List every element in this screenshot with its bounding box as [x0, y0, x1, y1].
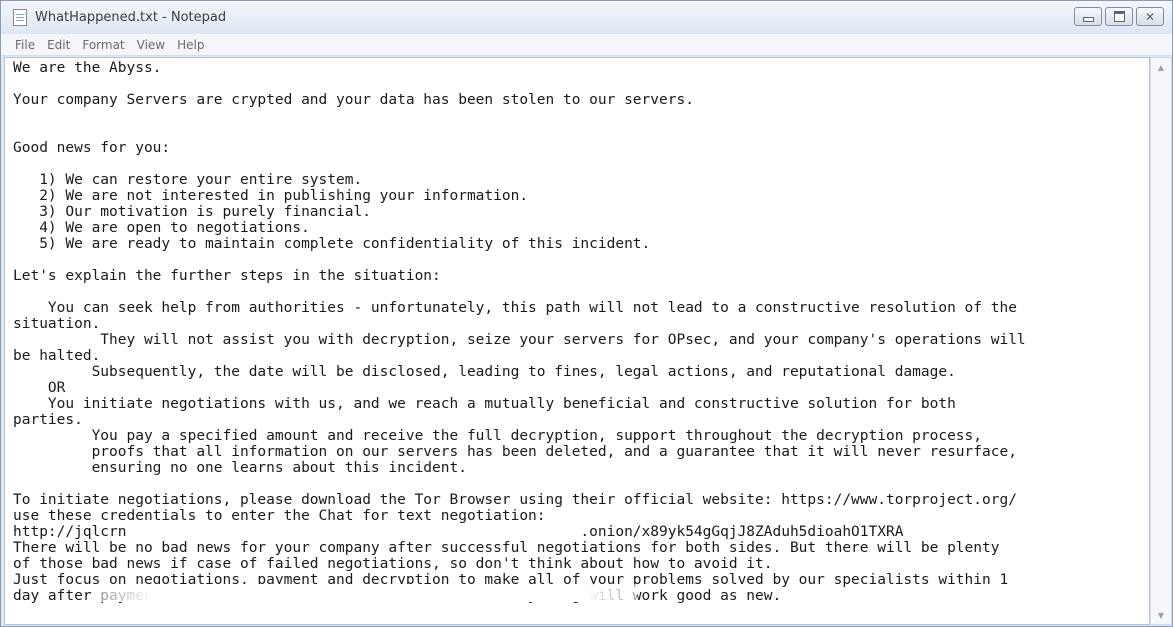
menu-view[interactable]: View [137, 38, 165, 52]
title-bar[interactable]: WhatHappened.txt - Notepad ✕ [1, 1, 1172, 34]
document-text[interactable]: We are the Abyss. Your company Servers a… [13, 60, 1145, 624]
text-editor[interactable]: We are the Abyss. Your company Servers a… [4, 57, 1150, 625]
window-title: WhatHappened.txt - Notepad [35, 10, 227, 25]
menu-bar: File Edit Format View Help [1, 34, 1172, 56]
window-controls: ✕ [1074, 7, 1164, 26]
close-button[interactable]: ✕ [1136, 7, 1164, 26]
menu-help[interactable]: Help [177, 38, 204, 52]
scroll-up-icon[interactable]: ▲ [1151, 58, 1171, 76]
notepad-window: WhatHappened.txt - Notepad ✕ File Edit F… [0, 0, 1173, 627]
menu-format[interactable]: Format [82, 38, 124, 52]
menu-edit[interactable]: Edit [47, 38, 70, 52]
notepad-icon [13, 9, 27, 26]
minimize-button[interactable] [1074, 7, 1102, 26]
scroll-down-icon[interactable]: ▼ [1151, 606, 1171, 624]
vertical-scrollbar[interactable]: ▲ ▼ [1150, 57, 1172, 625]
menu-file[interactable]: File [15, 38, 35, 52]
maximize-button[interactable] [1105, 7, 1133, 26]
redaction-blur [101, 584, 637, 602]
minimize-icon [1075, 8, 1101, 25]
close-icon: ✕ [1144, 9, 1156, 24]
maximize-icon [1106, 8, 1132, 25]
